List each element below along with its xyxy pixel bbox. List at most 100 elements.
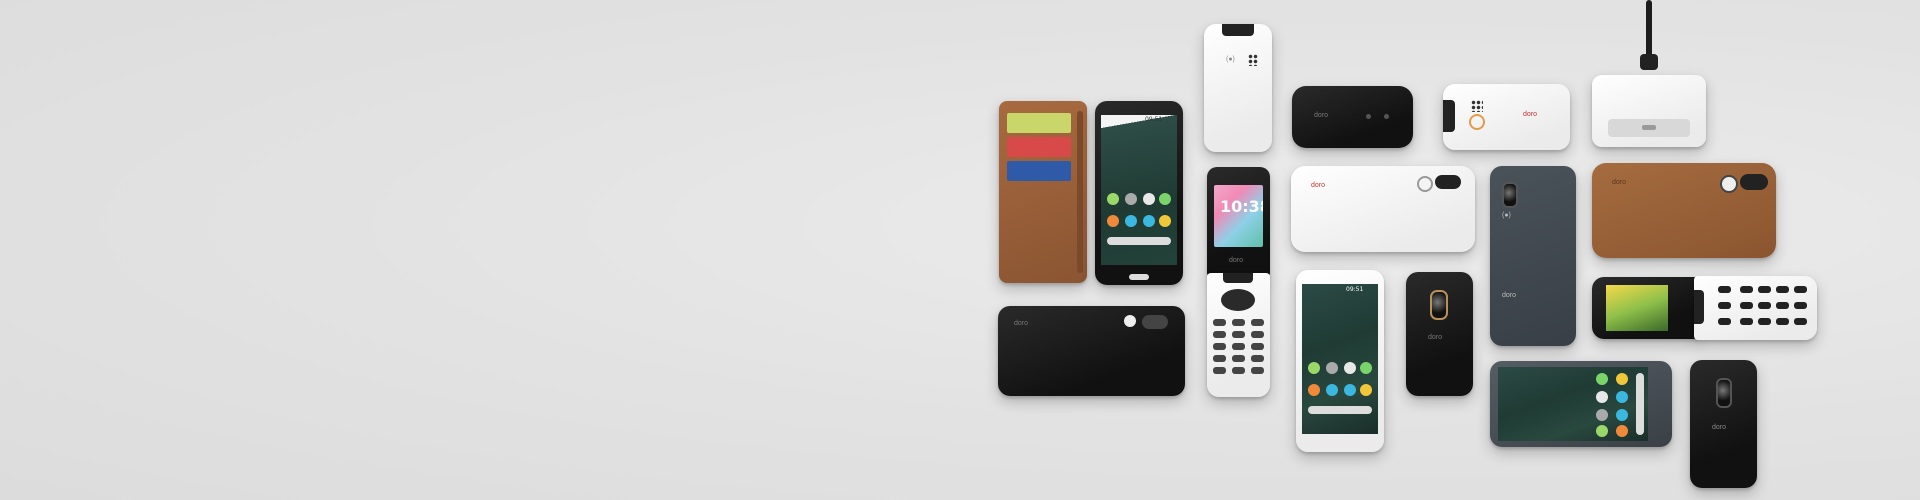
camera-module [1740, 174, 1768, 190]
keypad-key [1718, 302, 1731, 309]
keypad-key [1718, 318, 1731, 325]
keypad-key [1794, 318, 1807, 325]
keypad-key [1251, 319, 1264, 326]
camera-dot [1366, 114, 1371, 119]
brand-logo: doro [1612, 179, 1627, 186]
flip-phone-landscape-screen [1592, 277, 1698, 339]
app-icon [1143, 193, 1155, 205]
app-icon [1596, 391, 1608, 403]
card-red [1007, 137, 1071, 157]
app-icon [1596, 409, 1608, 421]
app-icon [1159, 215, 1171, 227]
keypad-key [1213, 355, 1226, 362]
keypad-key [1740, 318, 1753, 325]
home-button [1129, 274, 1149, 280]
camera-dots [1471, 100, 1483, 112]
keypad-key [1232, 367, 1245, 374]
app-icon [1616, 373, 1628, 385]
card-blue [1007, 161, 1071, 181]
case-stitch [1077, 111, 1083, 273]
brand-logo: doro [1311, 182, 1326, 189]
app-icon [1125, 215, 1137, 227]
flip-clock: 10:38 [1220, 197, 1263, 216]
app-icon [1596, 425, 1608, 437]
keypad-key [1232, 355, 1245, 362]
camera-dots [1248, 54, 1258, 66]
app-icon [1344, 362, 1356, 374]
keypad-key [1213, 319, 1226, 326]
keypad-key [1232, 319, 1245, 326]
keypad-key [1232, 331, 1245, 338]
keypad-key [1740, 286, 1753, 293]
keypad-key [1718, 286, 1731, 293]
white-flip-phone-landscape: doro [1443, 84, 1570, 150]
hinge [1694, 290, 1704, 324]
brand-logo: doro [1314, 112, 1329, 119]
card-green [1007, 113, 1071, 133]
gray-phone-back: (●) doro [1490, 166, 1576, 346]
hinge [1443, 100, 1455, 132]
app-icon [1616, 425, 1628, 437]
app-icon [1159, 193, 1171, 205]
camera-dot [1384, 114, 1389, 119]
camera-lens [1430, 290, 1448, 320]
white-flip-phone-closed: (●) [1204, 24, 1272, 152]
product-scene: 09:51 (●) doro doro 10:3 doro doro (●) d… [0, 0, 1920, 500]
black-compact-phone-2: doro [1690, 360, 1757, 488]
app-icon [1143, 215, 1155, 227]
brand-logo: (●) [1502, 212, 1511, 219]
app-icon [1107, 193, 1119, 205]
keypad-key [1794, 286, 1807, 293]
app-icon [1308, 384, 1320, 396]
flip-screen: 10:38 [1214, 185, 1263, 247]
keypad-key [1794, 302, 1807, 309]
phone-screen: 09:51 [1302, 284, 1378, 434]
keypad-key [1251, 331, 1264, 338]
camera-lens [1716, 378, 1732, 408]
app-icon [1596, 373, 1608, 385]
flip-phone-keypad [1207, 273, 1270, 397]
app-icon [1360, 362, 1372, 374]
screen-clock: 09:51 [1346, 286, 1364, 293]
keypad-key [1213, 331, 1226, 338]
keypad-key [1213, 367, 1226, 374]
keypad-key [1251, 355, 1264, 362]
nav-pad [1221, 289, 1255, 311]
keypad-key [1776, 302, 1789, 309]
brand-logo: doro [1523, 111, 1538, 118]
wallet-case [999, 101, 1087, 283]
flash-ring [1469, 114, 1485, 130]
screen-clock: 09:51 [1145, 116, 1163, 123]
hinge [1223, 273, 1253, 283]
flip-phone-open-top: 10:38 doro [1207, 167, 1270, 277]
keypad-key [1740, 302, 1753, 309]
keypad-key [1213, 343, 1226, 350]
keypad-key [1251, 343, 1264, 350]
cable-plug [1640, 54, 1658, 70]
keypad-key [1758, 318, 1771, 325]
dock-contact [1642, 125, 1656, 130]
search-bar [1636, 373, 1644, 435]
search-bar [1308, 406, 1372, 414]
app-icon [1125, 193, 1137, 205]
flash-ring [1720, 175, 1738, 193]
black-flip-phone-closed: doro [1292, 86, 1413, 148]
brown-phone-back: doro [1592, 163, 1776, 258]
charging-dock [1592, 75, 1706, 147]
brand-logo: doro [1502, 292, 1517, 299]
app-icon [1616, 409, 1628, 421]
search-bar [1107, 237, 1171, 245]
keypad-key [1758, 286, 1771, 293]
app-icon [1344, 384, 1356, 396]
app-icon [1107, 215, 1119, 227]
camera-module [1435, 175, 1461, 189]
white-phone-back: doro [1291, 166, 1475, 252]
app-icon [1616, 391, 1628, 403]
hinge [1222, 24, 1254, 36]
app-icon [1326, 362, 1338, 374]
keypad-key [1776, 286, 1789, 293]
keypad-key [1776, 318, 1789, 325]
camera-lens [1502, 182, 1518, 208]
app-icon [1308, 362, 1320, 374]
keypad-key [1251, 367, 1264, 374]
